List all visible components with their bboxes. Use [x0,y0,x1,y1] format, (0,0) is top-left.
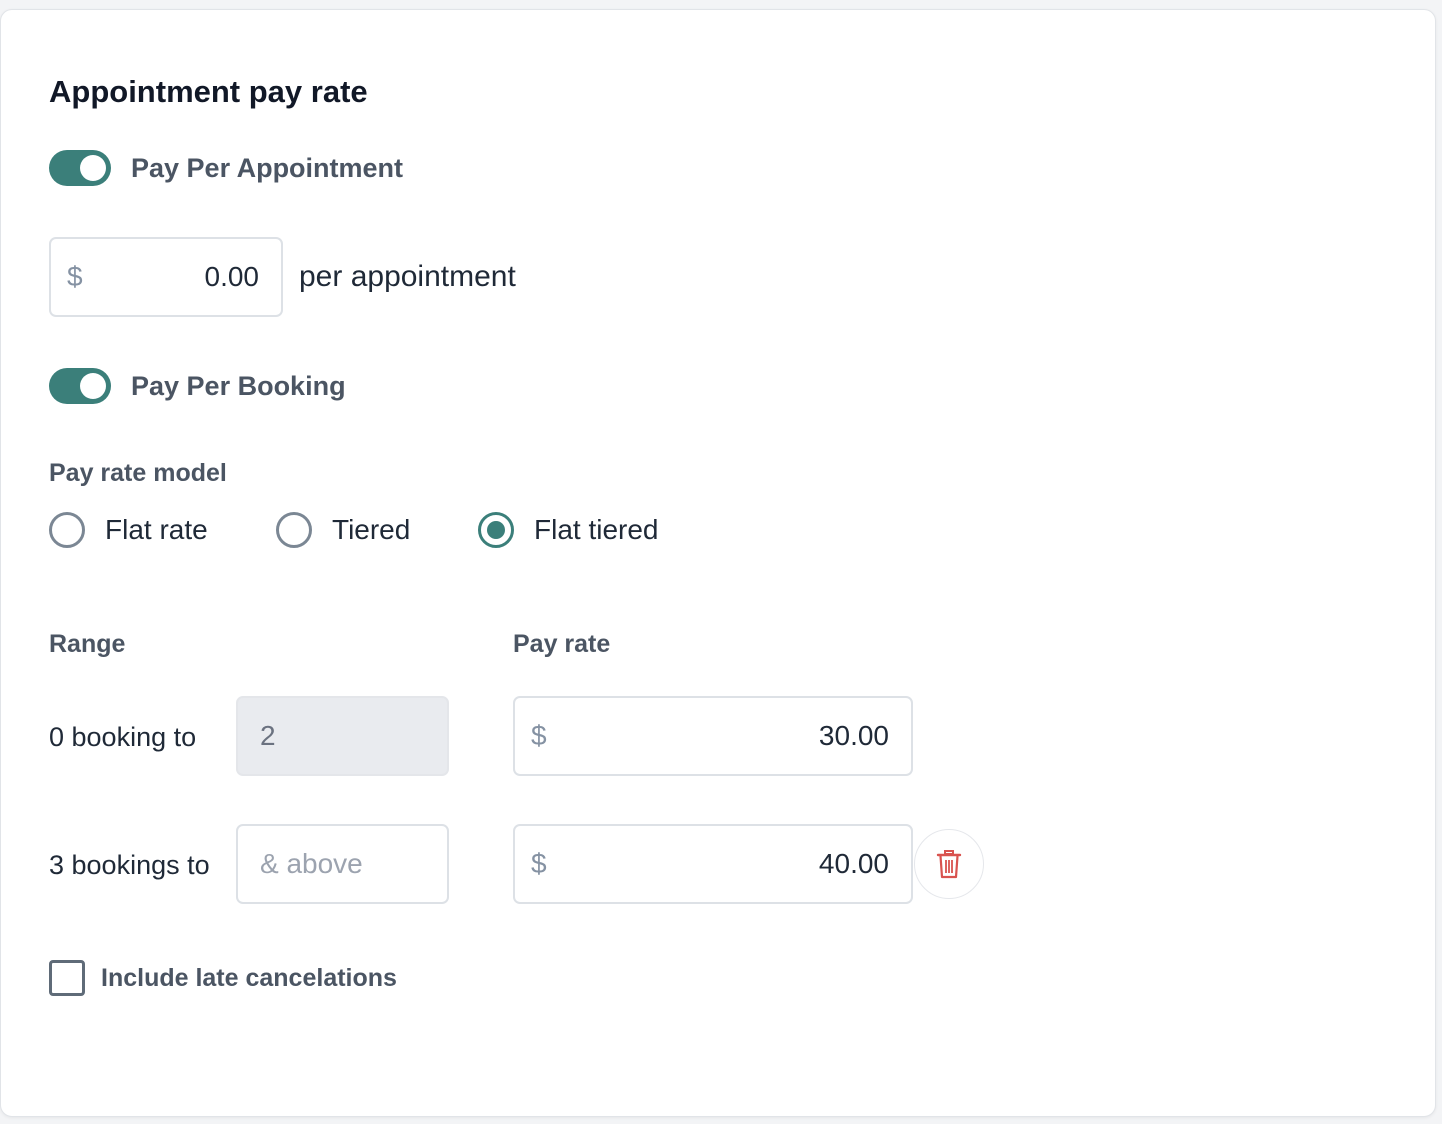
pay-per-booking-toggle[interactable] [49,368,111,404]
pay-rate-header: Pay rate [513,630,611,658]
radio-flat-tiered-label[interactable]: Flat tiered [534,512,659,548]
pay-rate-card: Appointment pay rate Pay Per Appointment… [0,9,1436,1117]
currency-prefix: $ [531,848,547,879]
delete-tier-button[interactable] [914,829,984,899]
pay-per-appointment-label: Pay Per Appointment [131,153,404,183]
tier-row-2-range-input[interactable]: & above [236,824,449,904]
tier-row-2-label: 3 bookings to [49,850,210,880]
tier-row-2-pay-rate-input[interactable]: $ 40.00 [513,824,913,904]
pay-per-booking-label: Pay Per Booking [131,371,346,401]
tier-row-1-pay-rate-input[interactable]: $ 30.00 [513,696,913,776]
late-cancelations-checkbox[interactable] [49,960,85,996]
range-header: Range [49,630,126,658]
tier-row-1-pay-rate-value: 30.00 [818,720,889,751]
tier-row-1-range-value: 2 [260,720,276,751]
currency-prefix: $ [531,720,547,751]
tier-row-1-label: 0 booking to [49,722,197,752]
toggle-knob [80,373,106,399]
radio-tiered[interactable] [276,512,312,548]
toggle-knob [80,155,106,181]
tier-row-1-range-input: 2 [236,696,449,776]
radio-selected-dot [487,521,505,539]
appointment-amount-value: 0.00 [204,261,260,292]
late-cancelations-label[interactable]: Include late cancelations [101,961,397,995]
tier-row-2-pay-rate-value: 40.00 [818,848,889,879]
trash-icon [936,850,962,879]
tier-row-2-range-placeholder: & above [260,848,363,879]
currency-prefix: $ [67,261,83,292]
radio-flat-rate[interactable] [49,512,85,548]
pay-per-appointment-toggle[interactable] [49,150,111,186]
appointment-amount-input[interactable]: $ 0.00 [49,237,283,317]
pay-rate-model-label: Pay rate model [49,459,227,487]
per-appointment-suffix: per appointment [299,260,516,293]
radio-flat-rate-label[interactable]: Flat rate [105,512,208,548]
section-title: Appointment pay rate [49,74,368,109]
radio-flat-tiered[interactable] [478,512,514,548]
radio-tiered-label[interactable]: Tiered [332,512,410,548]
